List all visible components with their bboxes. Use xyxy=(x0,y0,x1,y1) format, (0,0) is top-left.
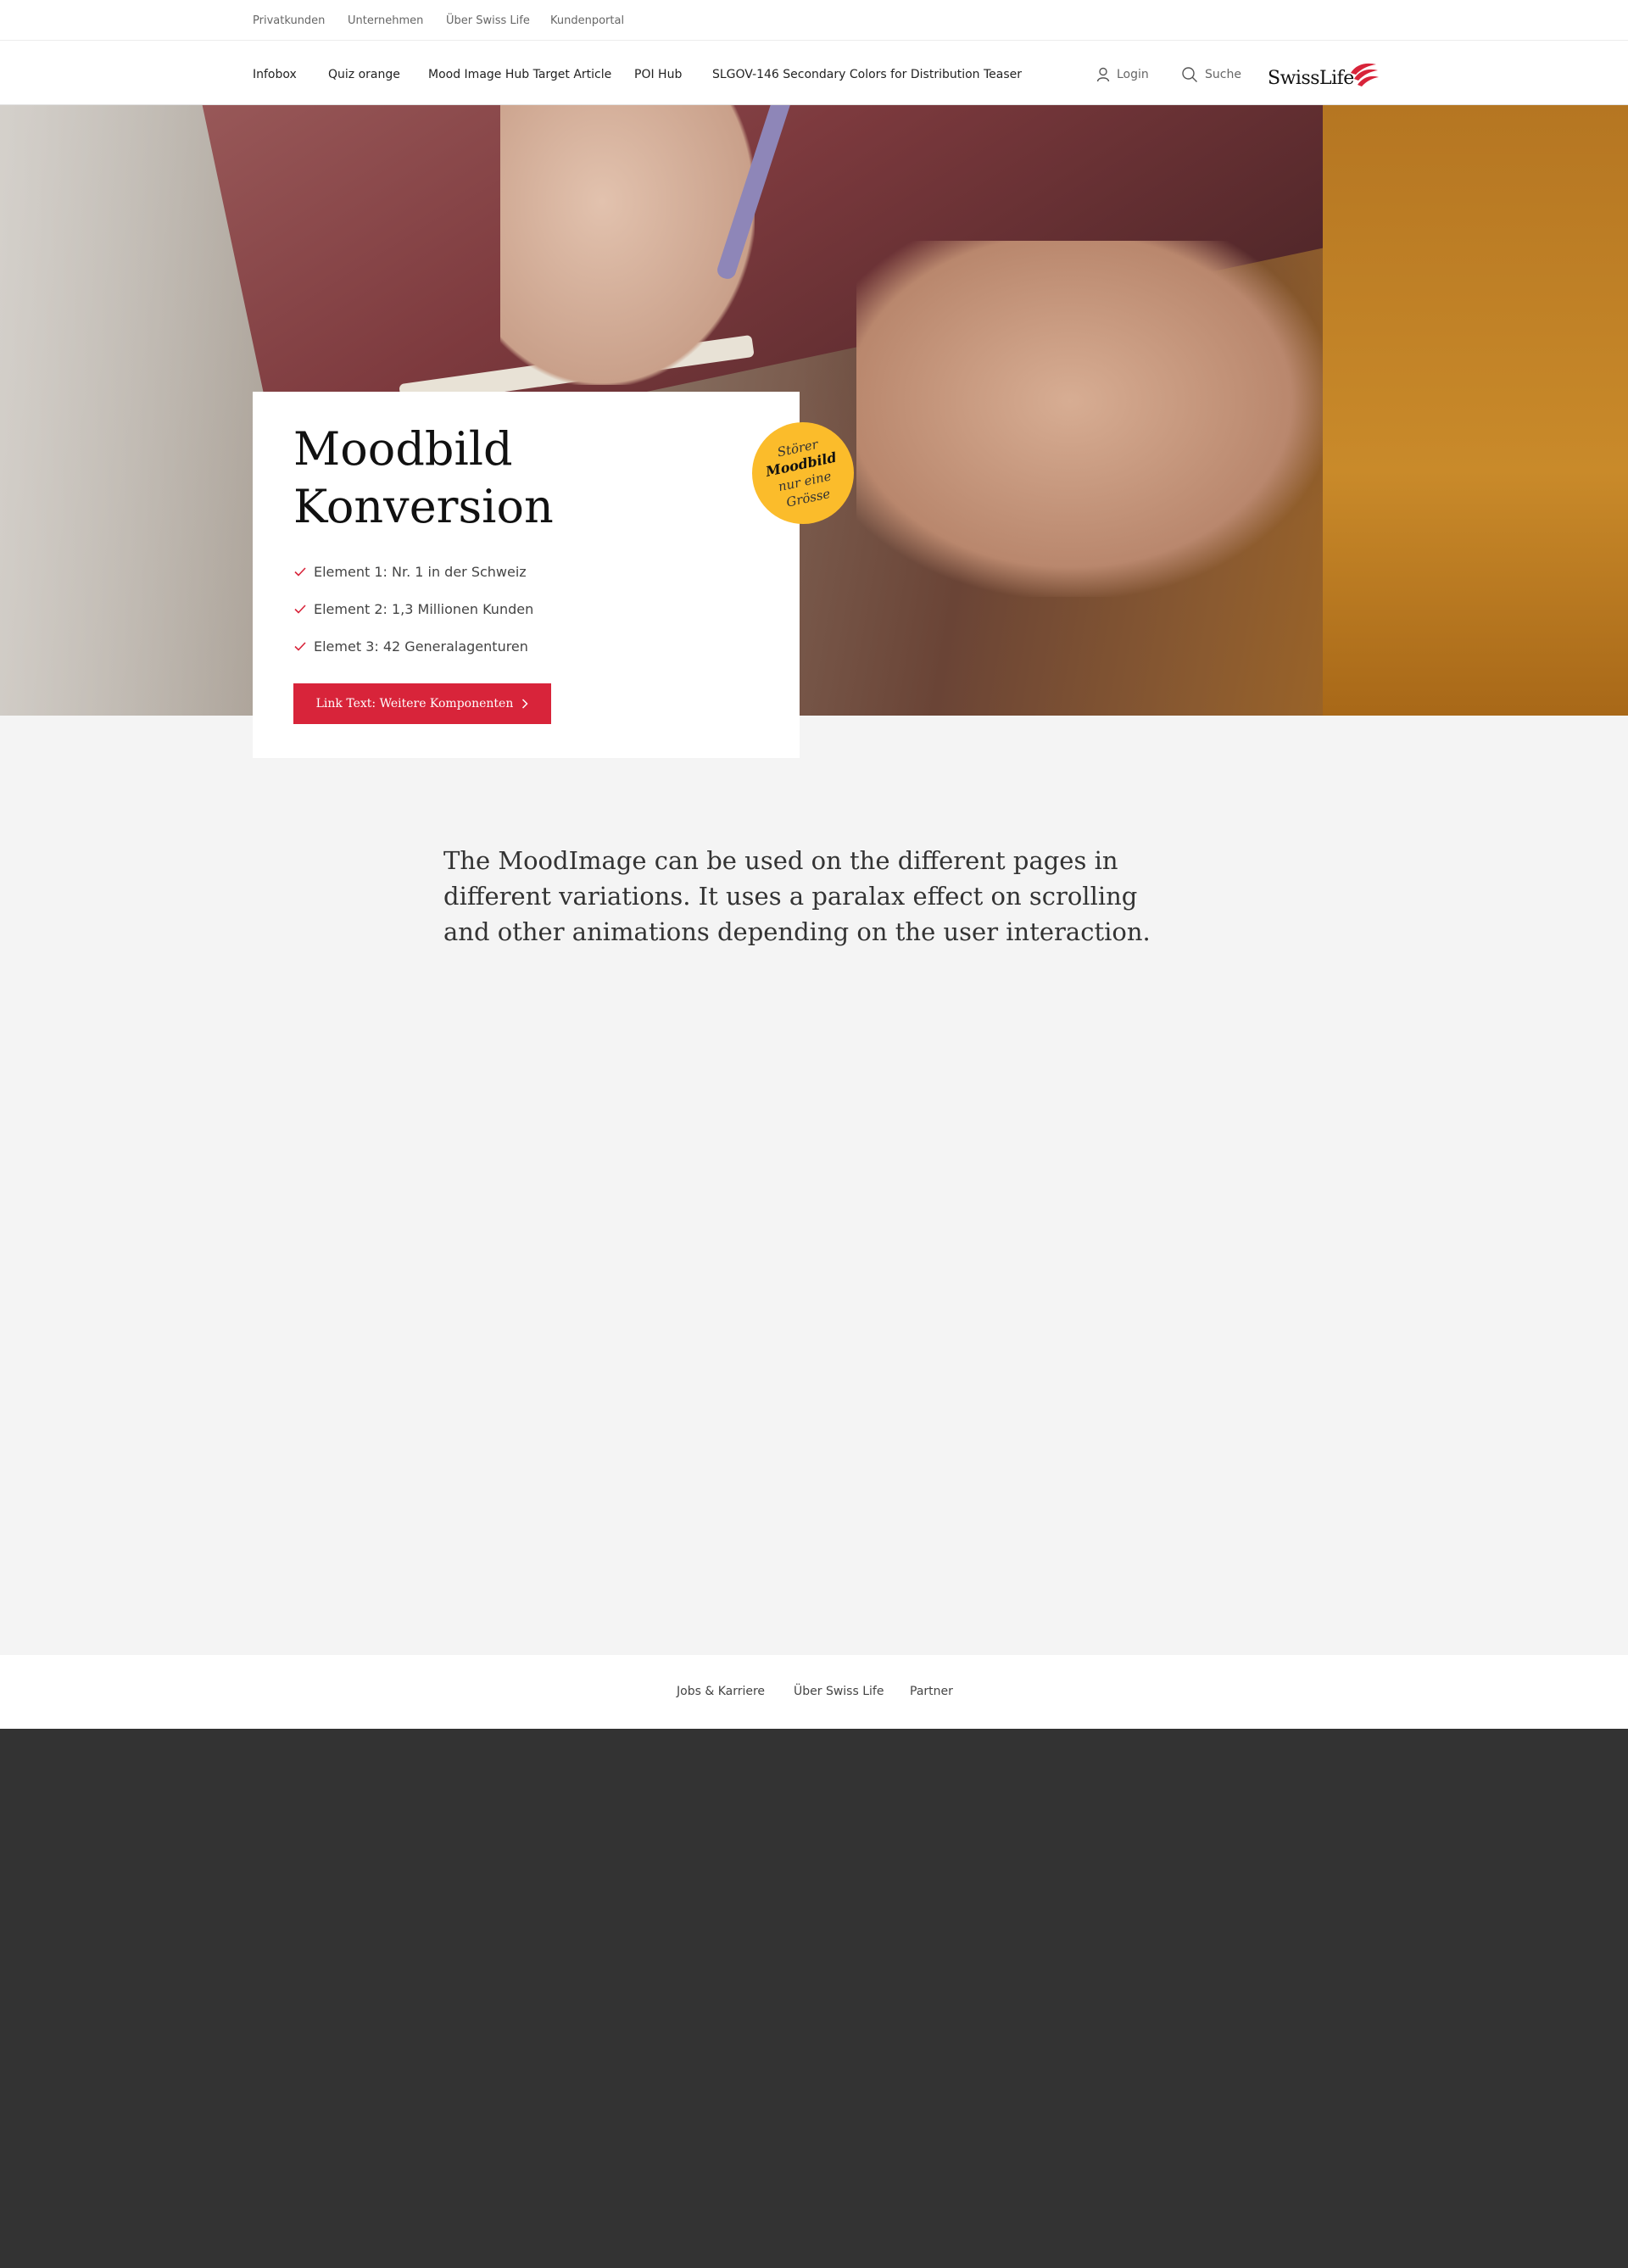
nav-item-quiz-orange[interactable]: Quiz orange xyxy=(328,68,400,81)
cta-button-weitere-komponenten[interactable]: Link Text: Weitere Komponenten xyxy=(293,683,551,724)
hero-orange-sleeve xyxy=(1323,105,1628,716)
list-item-label: Elemet 3: 42 Generalagenturen xyxy=(314,638,528,655)
search-icon xyxy=(1182,67,1197,82)
nav-item-infobox[interactable]: Infobox xyxy=(253,68,297,81)
hero-mood-image xyxy=(0,105,1628,716)
cta-label: Link Text: Weitere Komponenten xyxy=(315,697,514,710)
search-button[interactable]: Suche xyxy=(1181,66,1241,83)
chevron-right-icon xyxy=(522,699,528,709)
footer-link-partner[interactable]: Partner xyxy=(910,1685,953,1698)
top-link-unternehmen[interactable]: Unternehmen xyxy=(348,14,423,27)
swisslife-logo[interactable]: SwissLife xyxy=(1268,59,1379,93)
nav-item-mood-image-hub[interactable]: Mood Image Hub Target Article xyxy=(428,68,611,81)
login-label: Login xyxy=(1117,68,1149,81)
top-link-ueber-swiss-life[interactable]: Über Swiss Life xyxy=(446,14,530,27)
intro-paragraph: The MoodImage can be used on the differe… xyxy=(443,846,1151,946)
footer-link-ueber-swiss-life[interactable]: Über Swiss Life xyxy=(794,1685,884,1698)
checkmark-icon xyxy=(294,642,306,651)
login-button[interactable]: Login xyxy=(1096,67,1149,82)
list-item: Element 1: Nr. 1 in der Schweiz xyxy=(293,553,533,590)
hero-benefit-list: Element 1: Nr. 1 in der Schweiz Element … xyxy=(293,553,533,665)
top-link-privatkunden[interactable]: Privatkunden xyxy=(253,14,325,27)
swisslife-emblem-icon xyxy=(1351,63,1379,86)
footer-link-jobs-karriere[interactable]: Jobs & Karriere xyxy=(677,1685,765,1698)
nav-item-poi-hub[interactable]: POI Hub xyxy=(634,68,682,81)
footer-dark-area xyxy=(0,1729,1628,2268)
hero-title: Moodbild Konversion xyxy=(293,422,554,533)
search-label: Suche xyxy=(1205,68,1241,81)
user-icon xyxy=(1096,67,1110,82)
hero-content-card: Moodbild Konversion Element 1: Nr. 1 in … xyxy=(253,392,800,758)
list-item-label: Element 1: Nr. 1 in der Schweiz xyxy=(314,563,527,580)
footer-link-bar: Jobs & Karriere Über Swiss Life Partner xyxy=(0,1655,1628,1729)
logo-wordmark: SwissLife xyxy=(1268,68,1354,89)
list-item-label: Element 2: 1,3 Millionen Kunden xyxy=(314,600,534,617)
list-item: Element 2: 1,3 Millionen Kunden xyxy=(293,590,533,627)
checkmark-icon xyxy=(294,567,306,577)
list-item: Elemet 3: 42 Generalagenturen xyxy=(293,627,533,665)
checkmark-icon xyxy=(294,605,306,614)
main-navigation: Infobox Quiz orange Mood Image Hub Targe… xyxy=(0,41,1628,105)
nav-item-slgov-146[interactable]: SLGOV-146 Secondary Colors for Distribut… xyxy=(712,68,1022,81)
top-utility-bar: Privatkunden Unternehmen Über Swiss Life… xyxy=(0,0,1628,41)
hero-hand-writing xyxy=(500,105,755,385)
hero-hand-holding xyxy=(856,241,1331,597)
top-link-kundenportal[interactable]: Kundenportal xyxy=(550,14,624,27)
